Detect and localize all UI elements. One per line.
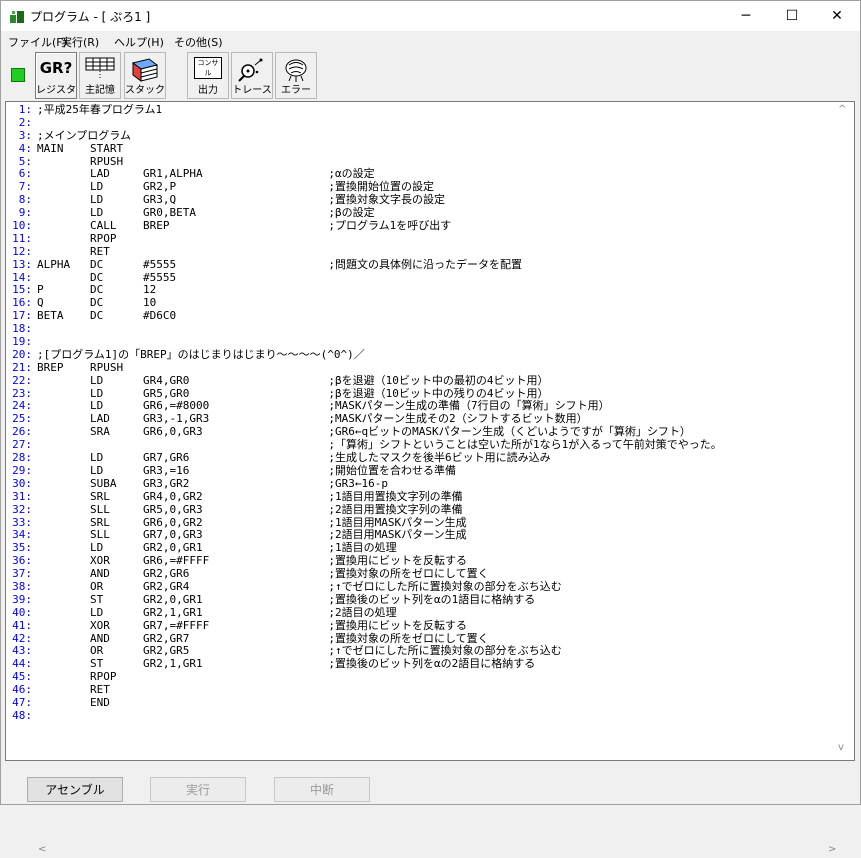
code-line[interactable]: ;メインプログラム [37,129,722,143]
code-line[interactable]: RPOP [37,670,722,684]
console-output-icon: コンサル [194,57,222,79]
close-button[interactable]: ✕ [814,1,860,31]
line-number: 20: [12,347,32,361]
register-button[interactable]: GR? レジスタ [35,52,77,99]
line-number: 32: [12,502,32,516]
code-line[interactable]: ;[プログラム1]の「BREP」のはじまりはじまり～～～～(^0^)／ [37,348,722,362]
main-memory-label: 主記憶 [85,85,115,96]
error-bug-icon [285,59,307,82]
trace-icon [238,58,263,82]
line-number: 4: [18,141,32,155]
scroll-left-icon[interactable]: < [38,844,46,855]
status-indicator [11,68,25,82]
code-line[interactable] [37,710,722,723]
line-number: 29: [12,463,32,477]
code-line[interactable]: LD GR3,=16 ;開始位置を合わせる準備 [37,464,722,478]
menu-bar: ファイル(F) 実行(R) ヘルプ(H) その他(S) [1,32,860,51]
code-line[interactable]: SUBA GR3,GR2 ;GR3←16-p [37,477,722,491]
output-label: 出力 [198,85,218,96]
code-line[interactable]: LD GR2,1,GR1 ;2語目の処理 [37,606,722,620]
code-line[interactable]: LD GR4,GR0 ;βを退避（10ビット中の最初の4ビット用） [37,374,722,388]
code-line[interactable]: ALPHA DC #5555 ;問題文の具体例に沿ったデータを配置 [37,258,722,272]
stack-button[interactable]: スタック [124,52,166,99]
run-button[interactable]: 実行 [150,777,246,802]
line-number-gutter: 1: 2: 3: 4: 5: 6: 7: 8: 9: 10: 11: 12: 13: 14: 15: 16: 1… [6,103,34,723]
minimize-button[interactable]: ─ [723,1,769,31]
code-line[interactable]: ST GR2,0,GR1 ;置換後のビット列をαの1語目に格納する [37,593,722,607]
code-line[interactable]: MAIN START [37,142,722,156]
code-line[interactable]: RPOP [37,232,722,246]
menu-help[interactable]: ヘルプ(H) [114,34,164,50]
window-title: プログラム - [ ぷろ1 ] [30,10,151,24]
line-number: 38: [12,579,32,593]
line-number: 48: [12,708,32,722]
code-line[interactable]: CALL BREP ;プログラム1を呼び出す [37,219,722,233]
line-number: 41: [12,618,32,632]
code-line[interactable]: OR GR2,GR4 ;↑でゼロにした所に置換対象の部分をぶち込む [37,580,722,594]
code-line[interactable] [37,323,722,336]
register-label: レジスタ [36,85,76,96]
line-number: 3: [18,128,32,142]
line-number: 40: [12,605,32,619]
code-editor[interactable]: 1: 2: 3: 4: 5: 6: 7: 8: 9: 10: 11: 12: 13: 14: 15: 16: 1… [5,101,855,855]
code-line[interactable]: END [37,696,722,710]
line-number: 31: [12,489,32,503]
code-line[interactable]: BETA DC #D6C0 [37,309,722,323]
maximize-button[interactable]: ☐ [769,1,815,31]
assemble-button[interactable]: アセンブル [27,777,123,802]
line-number: 30: [12,476,32,490]
code-line[interactable]: RET [37,683,722,697]
error-button[interactable]: エラー [275,52,317,99]
stack-icon [131,58,159,82]
code-area[interactable]: ;平成25年春プログラム1 ;メインプログラム MAIN START RPUSH L… [37,103,722,723]
menu-file[interactable]: ファイル(F) [8,34,67,50]
menu-run[interactable]: 実行(R) [61,34,99,50]
scroll-up-icon[interactable]: ^ [838,104,846,115]
line-number: 28: [12,451,32,465]
line-number: 39: [12,592,32,606]
code-line[interactable]: LD GR7,GR6 ;生成したマスクを後半6ビット用に読み込み [37,451,722,465]
line-number: 10: [12,219,32,233]
code-line[interactable]: BREP RPUSH [37,361,722,375]
line-number: 21: [12,360,32,374]
code-line[interactable]: ;平成25年春プログラム1 [37,103,722,117]
main-memory-button[interactable]: 主記憶 [79,52,121,99]
code-line[interactable]: XOR GR7,=#FFFF ;置換用にビットを反転する [37,619,722,633]
line-number: 12: [12,244,32,258]
scroll-down-icon[interactable]: v [838,742,844,753]
output-button[interactable]: コンサル 出力 [187,52,229,99]
code-line[interactable] [37,117,722,130]
stack-label: スタック [125,85,165,96]
line-number: 11: [12,231,32,245]
error-label: エラー [281,85,311,96]
code-line[interactable]: ST GR2,1,GR1 ;置換後のビット列をαの2語目に格納する [37,657,722,671]
app-icon [10,11,24,23]
code-line[interactable]: RET [37,245,722,259]
line-number: 19: [12,335,32,349]
trace-button[interactable]: トレース [231,52,273,99]
line-number: 13: [12,257,32,271]
line-number: 47: [12,695,32,709]
code-line[interactable]: SRL GR4,0,GR2 ;1語目用置換文字列の準備 [37,490,722,504]
line-number: 22: [12,373,32,387]
line-number: 2: [18,115,32,129]
line-number: 1: [18,103,32,116]
code-line[interactable] [37,336,722,349]
memory-grid-icon [85,57,115,78]
program-window: プログラム - [ ぷろ1 ] ─ ☐ ✕ ファイル(F) 実行(R) ヘルプ(… [0,0,861,855]
title-bar[interactable]: プログラム - [ ぷろ1 ] ─ ☐ ✕ [1,1,860,31]
trace-label: トレース [232,85,272,96]
scroll-right-icon[interactable]: > [828,844,836,855]
register-icon: GR? [39,59,73,77]
code-line[interactable]: SLL GR5,0,GR3 ;2語目用置換文字列の準備 [37,503,722,517]
menu-other[interactable]: その他(S) [174,34,223,50]
console-output-icon-text: コンサル [197,59,219,77]
abort-button[interactable]: 中断 [274,777,370,802]
horizontal-scrollbar[interactable]: < > [38,842,838,858]
